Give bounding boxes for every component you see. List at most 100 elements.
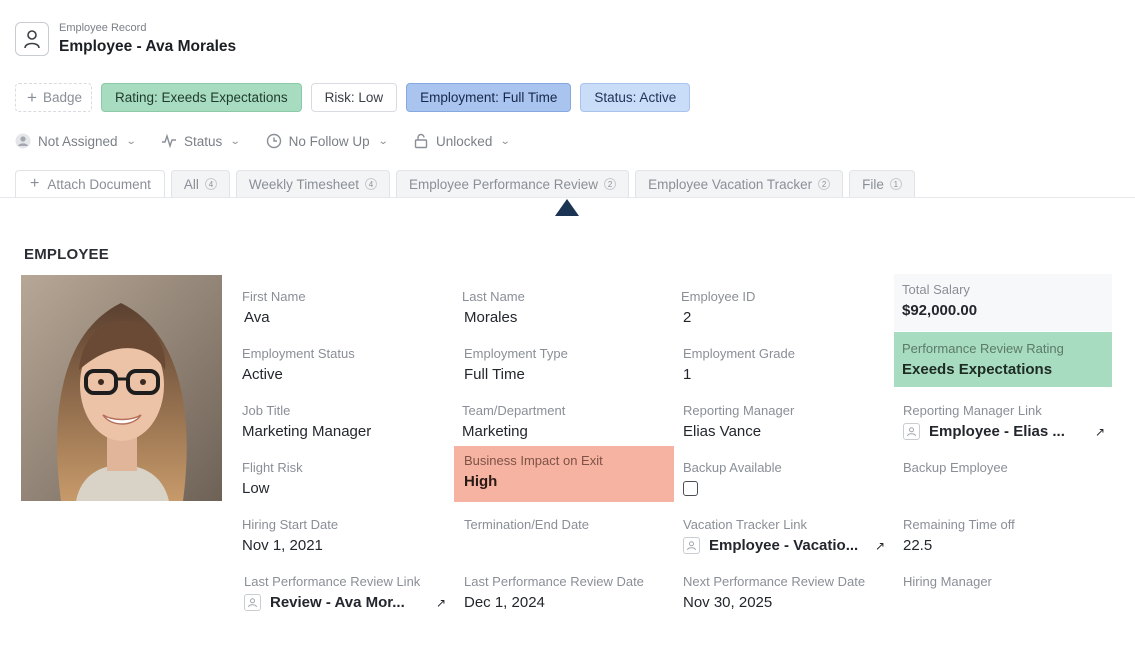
field-value: Nov 1, 2021	[242, 537, 323, 554]
employee-id-field[interactable]: Employee ID 2	[673, 281, 891, 338]
attach-document-button[interactable]: + Attach Document	[15, 170, 165, 197]
plus-icon: +	[27, 87, 37, 107]
field-value: Elias Vance	[683, 423, 762, 440]
document-tabs: + Attach Document All 4 Weekly Timesheet 4 …	[15, 170, 915, 197]
open-link-icon[interactable]: ↗	[875, 539, 885, 553]
last-review-date-field[interactable]: Last Performance Review Date Dec 1, 2024	[456, 566, 674, 623]
rating-badge[interactable]: Rating: Exeeds Expectations	[100, 83, 302, 112]
assignee-dropdown[interactable]: Not Assigned ⌄	[15, 133, 137, 149]
backup-employee-field[interactable]: Backup Employee	[895, 452, 1113, 509]
open-link-icon[interactable]: ↗	[436, 596, 446, 610]
employment-type-field[interactable]: Employment Type Full Time	[456, 338, 674, 395]
backup-available-checkbox[interactable]	[683, 481, 698, 496]
record-link[interactable]: Employee - Elias ... ↗	[903, 423, 1105, 440]
backup-available-field[interactable]: Backup Available	[675, 452, 893, 509]
field-label: Employee ID	[681, 289, 756, 304]
field-value: Morales	[464, 309, 518, 326]
avatar-icon	[903, 423, 920, 440]
employee-photo	[21, 275, 222, 501]
job-title-field[interactable]: Job Title Marketing Manager	[234, 395, 452, 452]
assignee-label: Not Assigned	[38, 133, 118, 149]
field-label: Reporting Manager Link	[903, 403, 1042, 418]
first-name-field[interactable]: First Name Ava	[234, 281, 452, 338]
reporting-manager-field[interactable]: Reporting Manager Elias Vance	[675, 395, 893, 452]
reporting-manager-link-field[interactable]: Reporting Manager Link Employee - Elias …	[895, 395, 1113, 452]
tab-count: 2	[604, 178, 617, 190]
tab-employee-vacation-tracker[interactable]: Employee Vacation Tracker 2	[635, 170, 844, 197]
employment-status-field[interactable]: Employment Status Active	[234, 338, 452, 395]
vacation-tracker-link-field[interactable]: Vacation Tracker Link Employee - Vacatio…	[675, 509, 893, 566]
field-value: Active	[242, 366, 283, 383]
field-label: Vacation Tracker Link	[683, 517, 808, 532]
record-type-label: Employee Record	[59, 22, 147, 34]
link-text: Employee - Vacatio...	[709, 537, 859, 554]
field-label: Next Performance Review Date	[683, 574, 866, 589]
add-badge-button[interactable]: + Badge	[15, 83, 92, 112]
chevron-down-icon: ⌄	[229, 135, 241, 147]
field-label: Last Name	[462, 289, 525, 304]
field-label: Termination/End Date	[464, 517, 590, 532]
field-value: Nov 30, 2025	[683, 594, 773, 611]
tab-weekly-timesheet[interactable]: Weekly Timesheet 4	[235, 170, 390, 197]
hiring-start-date-field[interactable]: Hiring Start Date Nov 1, 2021	[234, 509, 452, 566]
last-review-link-field[interactable]: Last Performance Review Link Review - Av…	[236, 566, 454, 623]
link-text: Review - Ava Mor...	[270, 594, 405, 611]
page-title: Employee - Ava Morales	[59, 38, 237, 55]
field-value: Ava	[244, 309, 270, 326]
risk-badge[interactable]: Risk: Low	[310, 83, 398, 112]
clock-icon	[266, 133, 282, 149]
remaining-time-off-field[interactable]: Remaining Time off 22.5	[895, 509, 1113, 566]
field-value: Full Time	[464, 366, 525, 383]
business-impact-field[interactable]: Business Impact on Exit High	[454, 446, 674, 502]
chevron-down-icon: ⌄	[125, 135, 137, 147]
lock-dropdown[interactable]: Unlocked ⌄	[413, 133, 511, 149]
property-row: Not Assigned ⌄ Status ⌄ No Follow Up ⌄ Unlo…	[15, 133, 536, 149]
employment-grade-field[interactable]: Employment Grade 1	[675, 338, 893, 395]
badge-row: + Badge Rating: Exeeds Expectations Risk:…	[15, 83, 691, 112]
flight-risk-field[interactable]: Flight Risk Low	[234, 452, 452, 509]
tab-file[interactable]: File 1	[849, 170, 915, 197]
tab-label: Weekly Timesheet	[248, 176, 359, 192]
status-dropdown[interactable]: Status ⌄	[161, 133, 241, 149]
tab-employee-performance-review[interactable]: Employee Performance Review 2	[395, 170, 630, 197]
tab-divider	[0, 197, 1135, 198]
field-label: Hiring Manager	[903, 574, 992, 589]
field-label: Team/Department	[462, 403, 566, 418]
status-label: Status	[183, 133, 223, 149]
field-label: Employment Grade	[683, 346, 795, 361]
record-link[interactable]: Employee - Vacatio... ↗	[683, 537, 885, 554]
avatar-icon	[244, 594, 261, 611]
chevron-down-icon: ⌄	[377, 135, 389, 147]
caret-up-icon	[555, 199, 579, 216]
termination-date-field[interactable]: Termination/End Date	[456, 509, 674, 566]
chevron-down-icon: ⌄	[500, 135, 511, 147]
follow-up-dropdown[interactable]: No Follow Up ⌄	[266, 133, 389, 149]
field-label: Backup Employee	[903, 460, 1008, 475]
last-name-field[interactable]: Last Name Morales	[454, 281, 672, 338]
tab-all[interactable]: All 4	[170, 170, 230, 197]
field-label: Backup Available	[683, 460, 782, 475]
hiring-manager-field[interactable]: Hiring Manager	[895, 566, 1113, 623]
next-review-date-field[interactable]: Next Performance Review Date Nov 30, 202…	[675, 566, 893, 623]
employment-badge[interactable]: Employment: Full Time	[406, 83, 572, 112]
field-value: 1	[683, 366, 692, 383]
field-value: 22.5	[903, 537, 933, 554]
attach-label: Attach Document	[47, 176, 151, 192]
field-label: First Name	[242, 289, 306, 304]
tab-label: Employee Performance Review	[408, 176, 599, 192]
performance-rating-field[interactable]: Performance Review Rating Exeeds Expecta…	[894, 332, 1112, 387]
tab-count: 2	[818, 178, 831, 190]
field-value: $92,000.00	[902, 302, 978, 319]
field-label: Employment Type	[464, 346, 568, 361]
open-link-icon[interactable]: ↗	[1095, 425, 1105, 439]
follow-up-label: No Follow Up	[288, 133, 370, 149]
status-badge[interactable]: Status: Active	[580, 83, 691, 112]
total-salary-field[interactable]: Total Salary $92,000.00	[894, 274, 1112, 331]
plus-icon: +	[30, 175, 40, 192]
record-link[interactable]: Review - Ava Mor... ↗	[244, 594, 446, 611]
tab-count: 4	[204, 178, 217, 190]
tab-label: File	[862, 176, 884, 192]
field-label: Job Title	[242, 403, 291, 418]
team-department-field[interactable]: Team/Department Marketing	[454, 395, 672, 452]
field-label: Remaining Time off	[903, 517, 1015, 532]
